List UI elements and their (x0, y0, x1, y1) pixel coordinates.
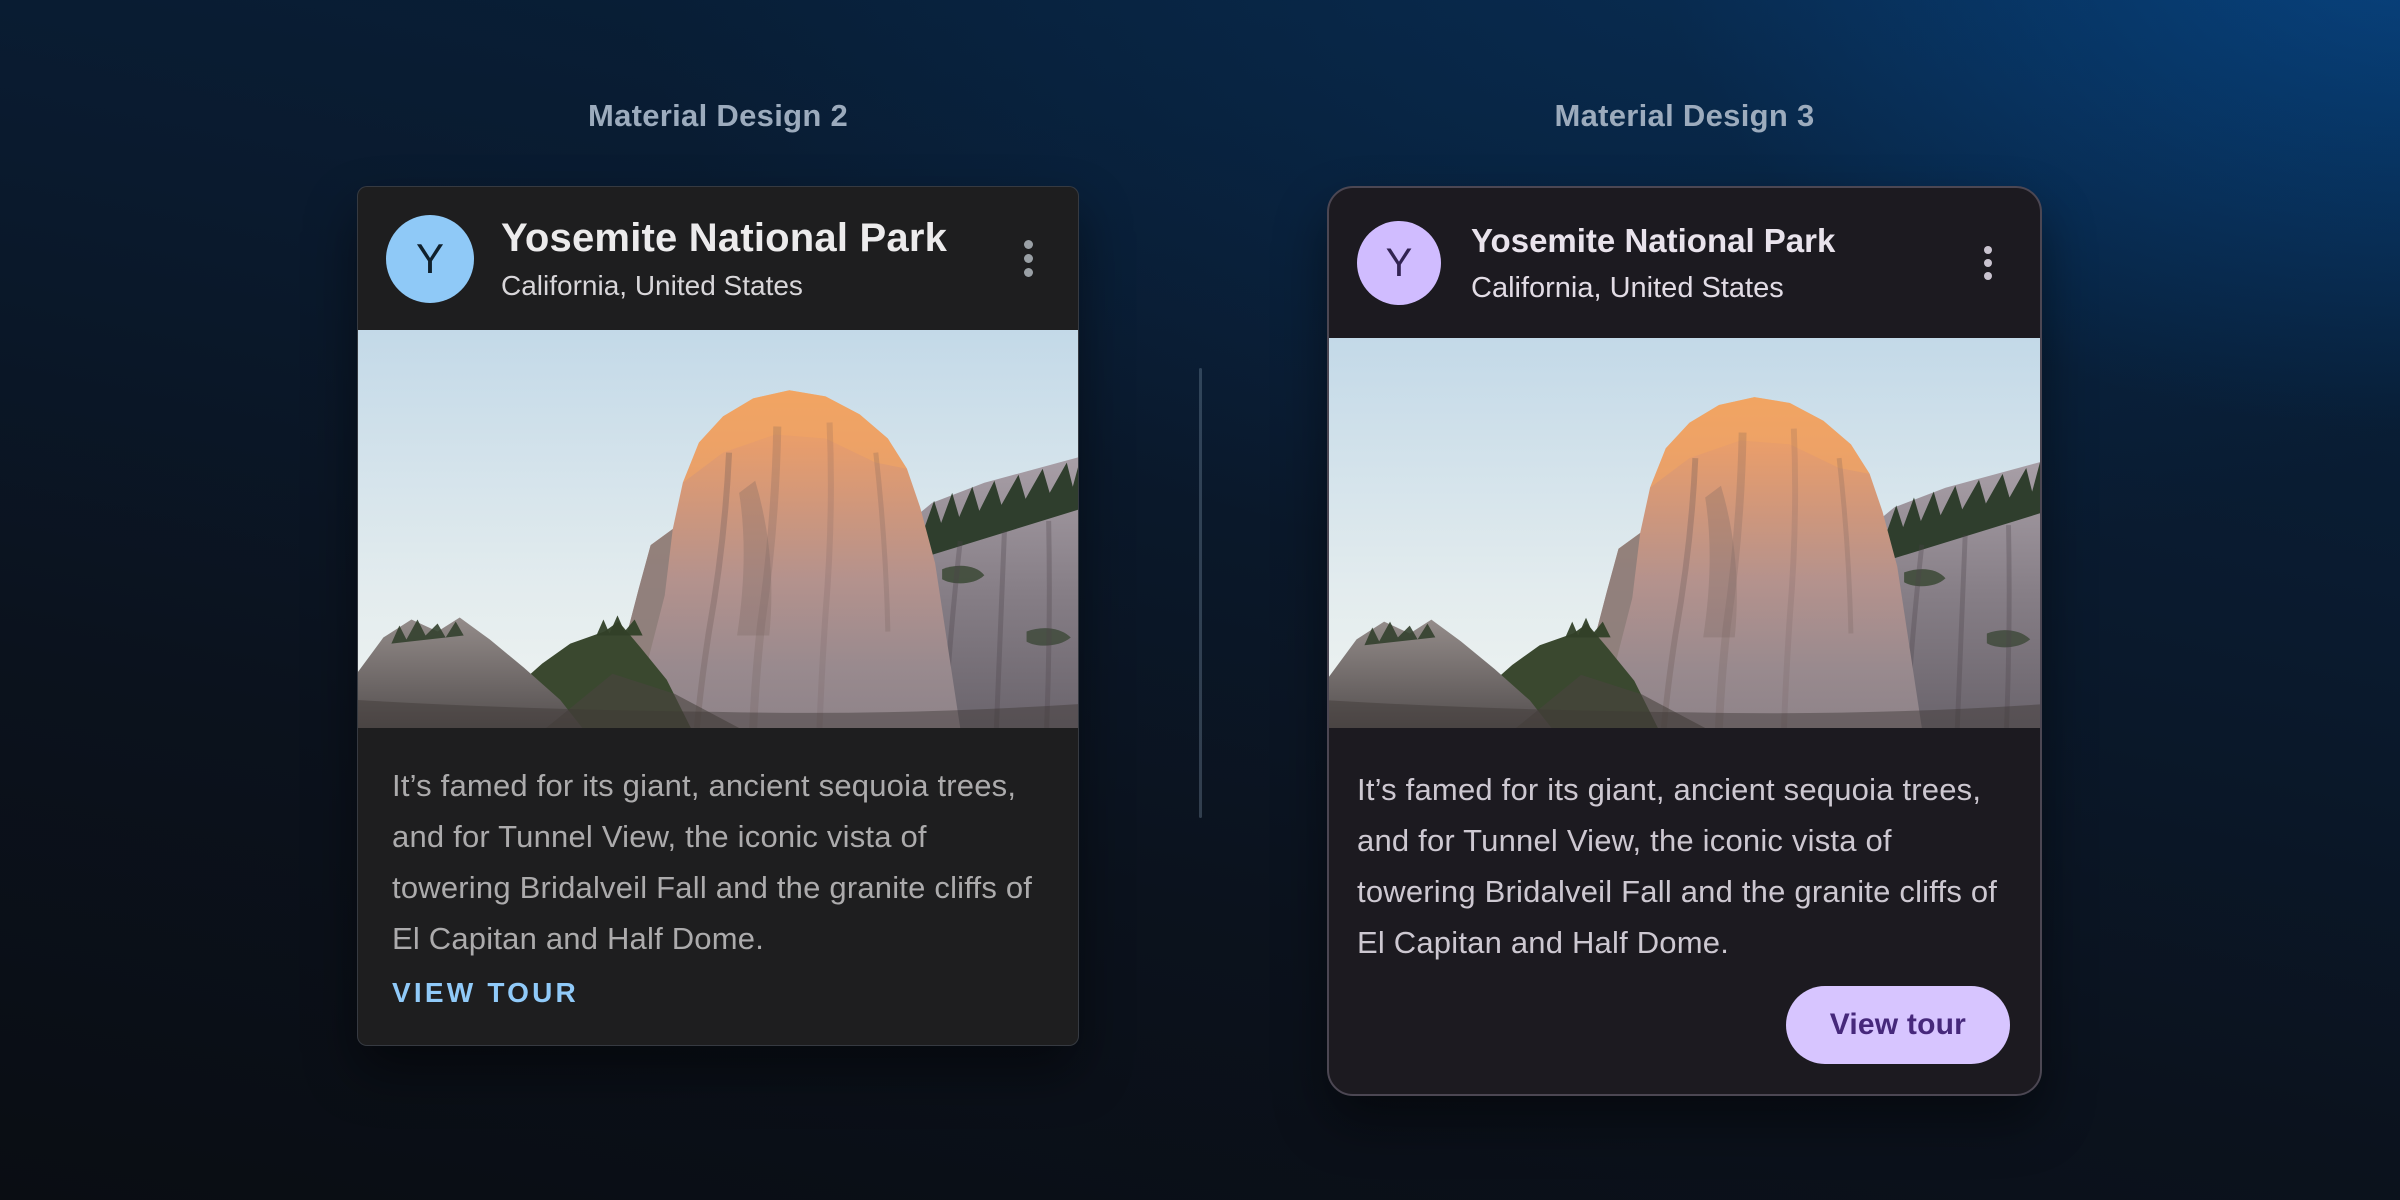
card-title: Yosemite National Park (1471, 222, 1960, 260)
kebab-menu-icon (1024, 235, 1033, 282)
md3-card-footer: View tour (1329, 986, 2040, 1094)
half-dome-photo (358, 330, 1078, 728)
card-subtitle: California, United States (1471, 272, 1960, 305)
half-dome-photo (1329, 338, 2040, 728)
kebab-menu-icon (1984, 241, 1992, 285)
md2-column-label: Material Design 2 (357, 98, 1079, 134)
md3-header-text: Yosemite National Park California, Unite… (1471, 222, 1960, 305)
view-tour-button[interactable]: VIEW TOUR (392, 977, 579, 1009)
card-description: It’s famed for its giant, ancient sequoi… (392, 760, 1046, 964)
card-description: It’s famed for its giant, ancient sequoi… (1357, 764, 2012, 968)
md2-card-footer: VIEW TOUR (358, 977, 1078, 1045)
md3-column-label: Material Design 3 (1327, 98, 2042, 134)
md2-header-text: Yosemite National Park California, Unite… (501, 216, 1000, 302)
card-menu-button[interactable] (1000, 223, 1056, 295)
card-menu-button[interactable] (1960, 227, 2016, 299)
md3-card-body: It’s famed for its giant, ancient sequoi… (1329, 728, 2040, 968)
divider (1199, 368, 1202, 818)
md2-card: Y Yosemite National Park California, Uni… (357, 186, 1079, 1046)
avatar: Y (1357, 221, 1441, 305)
view-tour-button[interactable]: View tour (1786, 986, 2010, 1064)
avatar: Y (386, 215, 474, 303)
md3-card: Y Yosemite National Park California, Uni… (1327, 186, 2042, 1096)
md2-card-body: It’s famed for its giant, ancient sequoi… (358, 728, 1078, 964)
card-title: Yosemite National Park (501, 216, 1000, 261)
card-subtitle: California, United States (501, 270, 1000, 302)
md3-card-header: Y Yosemite National Park California, Uni… (1329, 188, 2040, 338)
md2-card-header: Y Yosemite National Park California, Uni… (358, 187, 1078, 330)
